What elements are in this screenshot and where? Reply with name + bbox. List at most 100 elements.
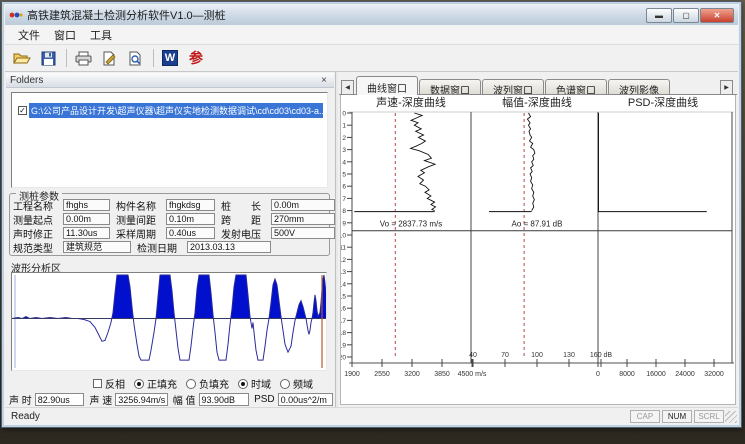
svg-text:16: 16 bbox=[341, 306, 346, 313]
toolbar-separator bbox=[153, 49, 154, 67]
field-spacing[interactable]: 0.10m bbox=[166, 213, 215, 225]
field-time-corr[interactable]: 11.30us bbox=[63, 227, 110, 239]
title-bar[interactable]: 高铁建筑混凝土检测分析软件V1.0—测桩 ▬ ▢ ✕ bbox=[5, 5, 738, 25]
svg-text:Vo = 2837.73 m/s: Vo = 2837.73 m/s bbox=[380, 219, 443, 228]
list-item[interactable]: ✓ G:\公司产品设计开发\超声仪器\超声仪实地检测数据调试\cd\cd03\c… bbox=[18, 103, 323, 117]
parameters-button[interactable]: 参 bbox=[184, 47, 208, 69]
tab-wavetrain-image[interactable]: 波列影像 bbox=[608, 79, 670, 95]
label-project: 工程名称 bbox=[13, 198, 63, 213]
invert-checkbox[interactable]: 反相 bbox=[93, 376, 125, 391]
depth-charts[interactable]: 01234567891011121314151617181920声速-深度曲线1… bbox=[340, 95, 736, 405]
svg-text:1: 1 bbox=[342, 123, 346, 130]
velocity-label: 声 速 bbox=[89, 392, 112, 407]
amplitude-field[interactable]: 93.90dB bbox=[199, 393, 250, 406]
svg-text:4: 4 bbox=[342, 159, 346, 166]
resize-grip[interactable] bbox=[725, 411, 737, 423]
file-path[interactable]: G:\公司产品设计开发\超声仪器\超声仪实地检测数据调试\cd\cd03\cd0… bbox=[29, 103, 323, 118]
main-body: Folders × ✓ G:\公司产品设计开发\超声仪器\超声仪实地检测数据调试… bbox=[5, 72, 738, 407]
param-icon: 参 bbox=[189, 48, 203, 68]
open-file-button[interactable] bbox=[10, 47, 34, 69]
menu-file[interactable]: 文件 bbox=[11, 25, 47, 45]
freq-domain-radio[interactable]: 频域 bbox=[280, 376, 313, 391]
print-button[interactable] bbox=[71, 47, 95, 69]
svg-text:PSD-深度曲线: PSD-深度曲线 bbox=[628, 95, 698, 109]
svg-text:8: 8 bbox=[342, 208, 346, 215]
folders-pane: Folders × ✓ G:\公司产品设计开发\超声仪器\超声仪实地检测数据调试… bbox=[5, 72, 336, 407]
menu-window[interactable]: 窗口 bbox=[47, 25, 83, 45]
field-voltage[interactable]: 500V bbox=[271, 227, 335, 239]
depth-charts-svg: 01234567891011121314151617181920声速-深度曲线1… bbox=[341, 95, 736, 405]
open-folder-icon bbox=[13, 51, 31, 65]
minimize-button[interactable]: ▬ bbox=[646, 8, 672, 23]
radio-selected-icon bbox=[134, 379, 144, 389]
svg-text:12: 12 bbox=[341, 257, 346, 264]
save-button[interactable] bbox=[36, 47, 60, 69]
folders-caption[interactable]: Folders × bbox=[6, 73, 334, 88]
menu-tools[interactable]: 工具 bbox=[83, 25, 119, 45]
tab-scroll-right-icon[interactable]: ▶ bbox=[720, 80, 733, 95]
word-report-button[interactable]: W bbox=[158, 47, 182, 69]
svg-text:100: 100 bbox=[531, 352, 543, 359]
num-indicator: NUM bbox=[662, 410, 692, 423]
label-pile-length: 桩 长 bbox=[221, 198, 271, 213]
field-test-date[interactable]: 2013.03.13 bbox=[187, 241, 271, 253]
export-button[interactable] bbox=[97, 47, 121, 69]
label-component: 构件名称 bbox=[116, 198, 166, 213]
label-voltage: 发射电压 bbox=[221, 226, 271, 241]
label-spacing: 测量间距 bbox=[116, 212, 166, 227]
field-start[interactable]: 0.00m bbox=[63, 213, 110, 225]
sound-time-field[interactable]: 82.90us bbox=[35, 393, 85, 406]
time-domain-radio[interactable]: 时域 bbox=[238, 376, 271, 391]
label-span: 跨 距 bbox=[221, 212, 271, 227]
waveform-plot[interactable] bbox=[11, 272, 327, 371]
print-preview-button[interactable] bbox=[123, 47, 147, 69]
close-pane-icon[interactable]: × bbox=[318, 75, 330, 86]
svg-text:130: 130 bbox=[563, 352, 575, 359]
tab-scroll-left-icon[interactable]: ◀ bbox=[341, 80, 354, 95]
svg-text:70: 70 bbox=[501, 352, 509, 359]
velocity-field[interactable]: 3256.94m/s bbox=[115, 393, 168, 406]
checkbox-checked-icon[interactable]: ✓ bbox=[18, 106, 27, 115]
chart-pane: ◀ 曲线窗口 数据窗口 波列窗口 色谱窗口 波列影像 ▶ 01234567891… bbox=[338, 72, 738, 407]
printer-icon bbox=[75, 51, 92, 66]
readouts: 声 时 82.90us 声 速 3256.94m/s 幅 值 93.90dB P… bbox=[9, 392, 333, 407]
svg-text:3: 3 bbox=[342, 147, 346, 154]
pile-params-group: 测桩参数 工程名称 fhghs 构件名称 fhgkdsg 桩 长 0.00m 测… bbox=[9, 193, 330, 256]
svg-text:幅值-深度曲线: 幅值-深度曲线 bbox=[502, 95, 572, 109]
word-icon: W bbox=[162, 50, 178, 66]
tab-wavetrain-window[interactable]: 波列窗口 bbox=[482, 79, 544, 95]
field-spec-type[interactable]: 建筑规范 bbox=[63, 241, 131, 253]
svg-text:7: 7 bbox=[342, 196, 346, 203]
maximize-button[interactable]: ▢ bbox=[673, 8, 699, 23]
fill-positive-radio[interactable]: 正填充 bbox=[134, 376, 177, 391]
tab-spectrum-window[interactable]: 色谱窗口 bbox=[545, 79, 607, 95]
tab-data-window[interactable]: 数据窗口 bbox=[419, 79, 481, 95]
radio-icon bbox=[186, 379, 196, 389]
amplitude-label: 幅 值 bbox=[173, 392, 196, 407]
psd-field[interactable]: 0.00us^2/m bbox=[278, 393, 333, 406]
waveform-svg bbox=[12, 273, 326, 370]
svg-text:40: 40 bbox=[469, 352, 477, 359]
field-sample-period[interactable]: 0.40us bbox=[166, 227, 215, 239]
close-button[interactable]: ✕ bbox=[700, 8, 734, 23]
file-listbox[interactable]: ✓ G:\公司产品设计开发\超声仪器\超声仪实地检测数据调试\cd\cd03\c… bbox=[11, 92, 328, 188]
label-start: 测量起点 bbox=[13, 212, 63, 227]
window-title: 高铁建筑混凝土检测分析软件V1.0—测桩 bbox=[27, 7, 226, 23]
svg-text:2: 2 bbox=[342, 135, 346, 142]
checkbox-icon bbox=[93, 379, 102, 388]
field-span[interactable]: 270mm bbox=[271, 213, 335, 225]
tab-curve-window[interactable]: 曲线窗口 bbox=[356, 76, 418, 95]
toolbar-separator bbox=[66, 49, 67, 67]
svg-text:15: 15 bbox=[341, 294, 346, 301]
svg-text:5: 5 bbox=[342, 172, 346, 179]
field-project[interactable]: fhghs bbox=[63, 199, 110, 211]
status-indicators: CAP NUM SCRL bbox=[628, 410, 724, 423]
label-time-corr: 声时修正 bbox=[13, 226, 63, 241]
svg-text:18: 18 bbox=[341, 330, 346, 337]
app-icon bbox=[9, 9, 23, 21]
fill-negative-radio[interactable]: 负填充 bbox=[186, 376, 229, 391]
field-component[interactable]: fhgkdsg bbox=[166, 199, 215, 211]
svg-text:2550: 2550 bbox=[374, 371, 390, 378]
field-pile-length[interactable]: 0.00m bbox=[271, 199, 335, 211]
label-sample-period: 采样周期 bbox=[116, 226, 166, 241]
